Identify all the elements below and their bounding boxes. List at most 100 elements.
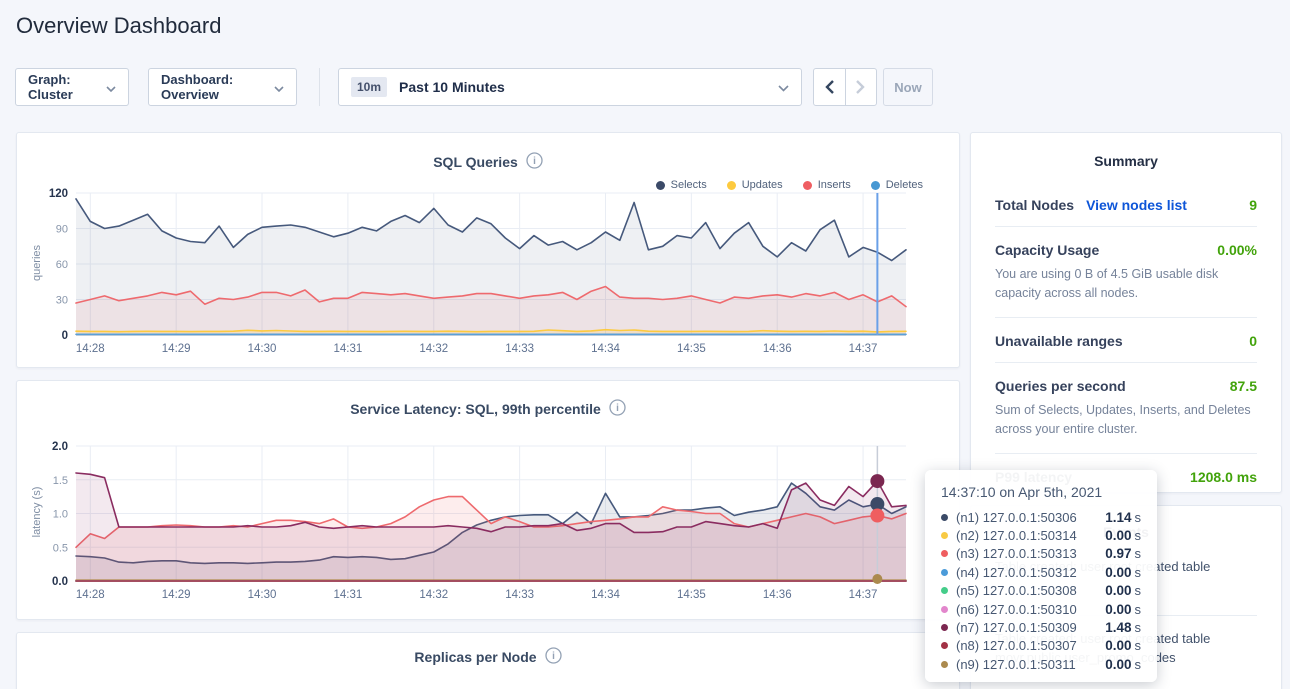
total-nodes-value: 9 [1249, 197, 1257, 213]
svg-text:1.0: 1.0 [53, 509, 68, 521]
latency-unit: s [1135, 510, 1142, 525]
node-color-dot-icon [941, 624, 948, 631]
sql-queries-panel: SQL Queries i SelectsUpdatesInsertsDelet… [16, 132, 960, 368]
latency-unit: s [1135, 546, 1142, 561]
tooltip-node-row: (n7) 127.0.0.1:503091.48s [941, 618, 1141, 636]
view-nodes-list-link[interactable]: View nodes list [1086, 197, 1187, 213]
info-icon[interactable]: i [545, 647, 562, 667]
service-latency-panel: Service Latency: SQL, 99th percentile i … [16, 380, 960, 620]
svg-text:30: 30 [56, 295, 68, 307]
chevron-down-icon [778, 80, 789, 95]
node-latency-value: 0.00 [1105, 565, 1131, 580]
tooltip-node-row: (n1) 127.0.0.1:503061.14 s [941, 508, 1141, 526]
tooltip-timestamp: 14:37:10 on Apr 5th, 2021 [941, 484, 1141, 500]
svg-text:14:34: 14:34 [591, 589, 620, 601]
svg-text:14:30: 14:30 [248, 589, 277, 601]
info-icon[interactable]: i [609, 399, 626, 419]
capacity-usage-desc: You are using 0 B of 4.5 GiB usable disk… [995, 265, 1257, 304]
latency-unit: s [1135, 565, 1142, 580]
replicas-per-node-panel: Replicas per Node i [16, 632, 960, 689]
node-latency-value: 0.00 [1105, 528, 1131, 543]
tooltip-node-row: (n4) 127.0.0.1:503120.00 s [941, 563, 1141, 581]
node-color-dot-icon [941, 550, 948, 557]
graph-select[interactable]: Graph: Cluster [15, 68, 129, 106]
time-range-badge: 10m [351, 77, 387, 97]
page-title: Overview Dashboard [16, 13, 221, 39]
qps-label: Queries per second [995, 378, 1126, 394]
tooltip-node-list: (n1) 127.0.0.1:503061.14s(n2) 127.0.0.1:… [941, 508, 1141, 674]
node-color-dot-icon [941, 514, 948, 521]
summary-panel: Summary Total Nodes View nodes list 9 Ca… [970, 132, 1282, 493]
svg-text:60: 60 [56, 259, 68, 271]
graph-select-label: Graph: Cluster [28, 72, 96, 102]
svg-text:90: 90 [56, 224, 68, 236]
svg-text:14:33: 14:33 [505, 589, 534, 601]
capacity-usage-value: 0.00% [1217, 242, 1257, 258]
latency-unit: s [1135, 657, 1142, 672]
time-range-label: Past 10 Minutes [399, 79, 505, 95]
latency-unit: s [1135, 602, 1142, 617]
node-latency-value: 1.48 [1105, 620, 1131, 635]
svg-text:14:32: 14:32 [419, 343, 448, 355]
tooltip-node-row: (n2) 127.0.0.1:503140.00 s [941, 526, 1141, 544]
tooltip-node-row: (n5) 127.0.0.1:503080.00s [941, 582, 1141, 600]
service-latency-chart[interactable]: 0.00.51.01.52.014:2814:2914:3014:3114:32… [17, 431, 961, 613]
summary-title: Summary [971, 133, 1281, 169]
svg-text:0: 0 [62, 330, 68, 342]
service-latency-title: Service Latency: SQL, 99th percentile [350, 401, 601, 417]
node-color-dot-icon [941, 587, 948, 594]
qps-desc: Sum of Selects, Updates, Inserts, and De… [995, 401, 1257, 440]
svg-text:14:31: 14:31 [334, 343, 363, 355]
tooltip-node-row: (n6) 127.0.0.1:503100.00s [941, 600, 1141, 618]
node-color-dot-icon [941, 532, 948, 539]
sql-queries-title: SQL Queries [433, 154, 518, 170]
svg-text:14:31: 14:31 [334, 589, 363, 601]
node-address: (n1) 127.0.0.1:50306 [956, 510, 1105, 525]
time-range-select[interactable]: 10m Past 10 Minutes [338, 68, 802, 106]
svg-text:14:32: 14:32 [419, 589, 448, 601]
capacity-usage-label: Capacity Usage [995, 242, 1099, 258]
node-color-dot-icon [941, 661, 948, 668]
dashboard-select[interactable]: Dashboard: Overview [148, 68, 297, 106]
info-icon[interactable]: i [526, 152, 543, 172]
chevron-down-icon [106, 80, 116, 95]
replicas-per-node-title: Replicas per Node [414, 649, 536, 665]
node-latency-value: 0.00 [1105, 583, 1131, 598]
sql-queries-chart[interactable]: 030609012014:2814:2914:3014:3114:3214:33… [17, 185, 961, 361]
svg-text:14:30: 14:30 [248, 343, 277, 355]
latency-unit: s [1135, 583, 1142, 598]
overview-dashboard-page: Overview Dashboard Graph: Cluster Dashbo… [0, 0, 1290, 689]
node-latency-value: 0.97 [1105, 546, 1131, 561]
svg-text:0.0: 0.0 [52, 576, 68, 588]
svg-text:1.5: 1.5 [53, 475, 68, 487]
svg-text:14:35: 14:35 [677, 343, 706, 355]
svg-text:14:34: 14:34 [591, 343, 620, 355]
node-color-dot-icon [941, 606, 948, 613]
node-latency-value: 1.14 [1105, 510, 1131, 525]
svg-text:i: i [533, 156, 536, 167]
time-nav-buttons [813, 68, 877, 106]
tooltip-node-row: (n9) 127.0.0.1:503110.00s [941, 655, 1141, 673]
svg-text:120: 120 [49, 188, 68, 200]
node-latency-value: 0.00 [1105, 602, 1131, 617]
node-color-dot-icon [941, 642, 948, 649]
node-address: (n4) 127.0.0.1:50312 [956, 565, 1105, 580]
dashboard-select-label: Dashboard: Overview [161, 72, 264, 102]
prev-time-button[interactable] [814, 69, 845, 105]
now-button[interactable]: Now [883, 68, 933, 106]
node-color-dot-icon [941, 569, 948, 576]
tooltip-node-row: (n8) 127.0.0.1:503070.00s [941, 637, 1141, 655]
qps-value: 87.5 [1230, 378, 1257, 394]
node-address: (n2) 127.0.0.1:50314 [956, 528, 1105, 543]
latency-unit: s [1135, 528, 1142, 543]
svg-text:14:29: 14:29 [162, 343, 191, 355]
svg-text:14:28: 14:28 [76, 589, 105, 601]
p99-latency-value: 1208.0 ms [1190, 469, 1257, 485]
node-address: (n8) 127.0.0.1:50307 [956, 638, 1105, 653]
svg-text:14:35: 14:35 [677, 589, 706, 601]
svg-text:14:28: 14:28 [76, 343, 105, 355]
latency-unit: s [1135, 638, 1142, 653]
next-time-button[interactable] [845, 69, 877, 105]
svg-text:14:37: 14:37 [849, 589, 878, 601]
svg-text:i: i [616, 403, 619, 414]
